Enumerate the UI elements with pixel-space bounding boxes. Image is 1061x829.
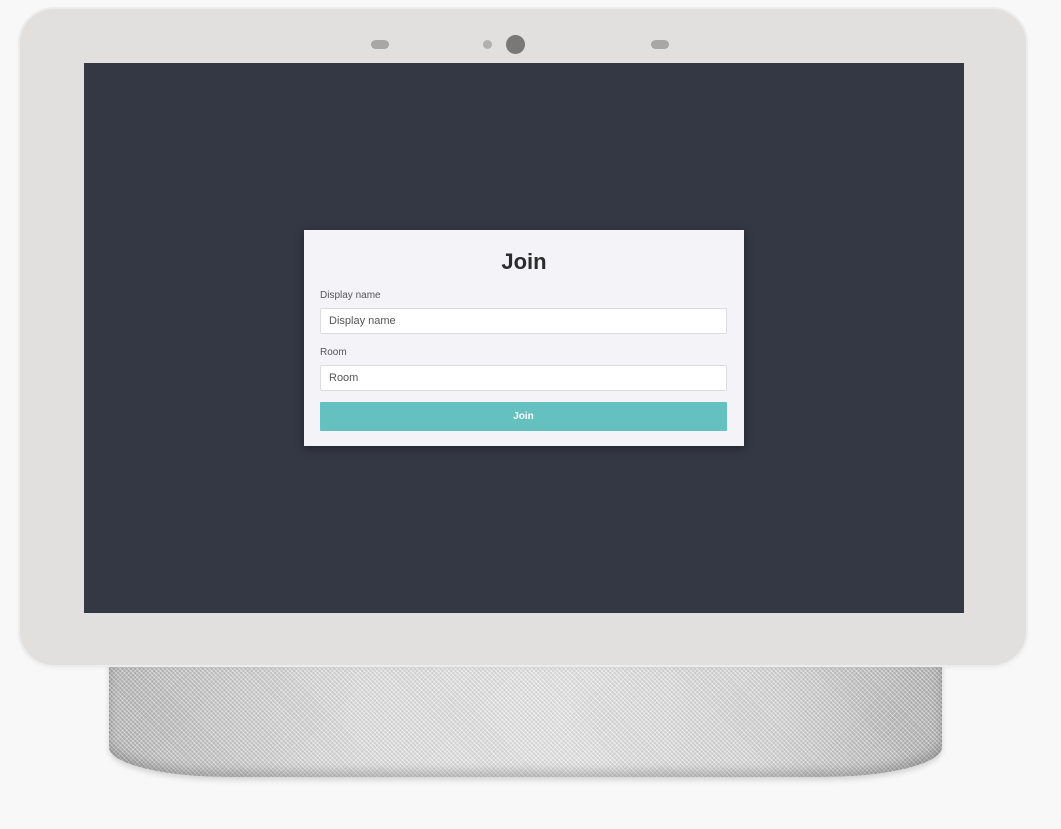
room-label: Room [320, 347, 347, 358]
camera-icon [506, 35, 525, 54]
display-name-input[interactable] [320, 308, 727, 334]
room-input[interactable] [320, 365, 727, 391]
device-stage: Join Display name Room Join [0, 0, 1061, 829]
speaker-base [109, 655, 942, 777]
device-screen: Join Display name Room Join [84, 63, 964, 613]
dialog-title: Join [501, 249, 547, 274]
sensor-icon [371, 40, 389, 49]
sensor-icon [651, 40, 669, 49]
light-sensor-icon [483, 40, 492, 49]
join-button[interactable]: Join [320, 402, 727, 431]
join-dialog: Join Display name Room Join [304, 230, 744, 446]
display-name-label: Display name [320, 290, 381, 301]
